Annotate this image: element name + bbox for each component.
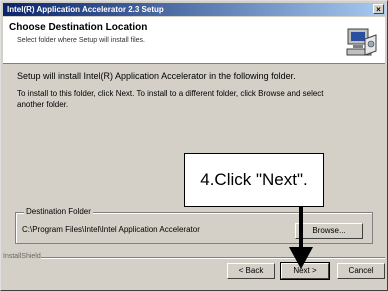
installer-computer-icon (346, 28, 377, 56)
wizard-header: Choose Destination Location Select folde… (3, 17, 385, 64)
title-bar: Intel(R) Application Accelerator 2.3 Set… (3, 3, 385, 16)
down-arrow-icon (289, 207, 313, 269)
instruction-callout: 4.Click "Next". (184, 153, 324, 207)
window-title: Intel(R) Application Accelerator 2.3 Set… (7, 5, 164, 14)
installshield-brand: InstallShield (3, 253, 41, 260)
back-button[interactable]: < Back (227, 263, 275, 279)
cancel-button[interactable]: Cancel (337, 263, 385, 279)
destination-folder-legend: Destination Folder (24, 207, 93, 216)
page-subtitle: Select folder where Setup will install f… (17, 37, 146, 44)
instruction-text-line1: To install to this folder, click Next. T… (17, 89, 324, 98)
setup-wizard-window: Intel(R) Application Accelerator 2.3 Set… (0, 0, 388, 291)
footer-divider (41, 257, 385, 259)
install-info-text: Setup will install Intel(R) Application … (17, 71, 296, 81)
instruction-text-line2: another folder. (17, 100, 69, 109)
close-icon[interactable]: × (373, 4, 384, 14)
page-title: Choose Destination Location (9, 22, 148, 33)
destination-path: C:\Program Files\Intel\Intel Application… (22, 225, 200, 234)
